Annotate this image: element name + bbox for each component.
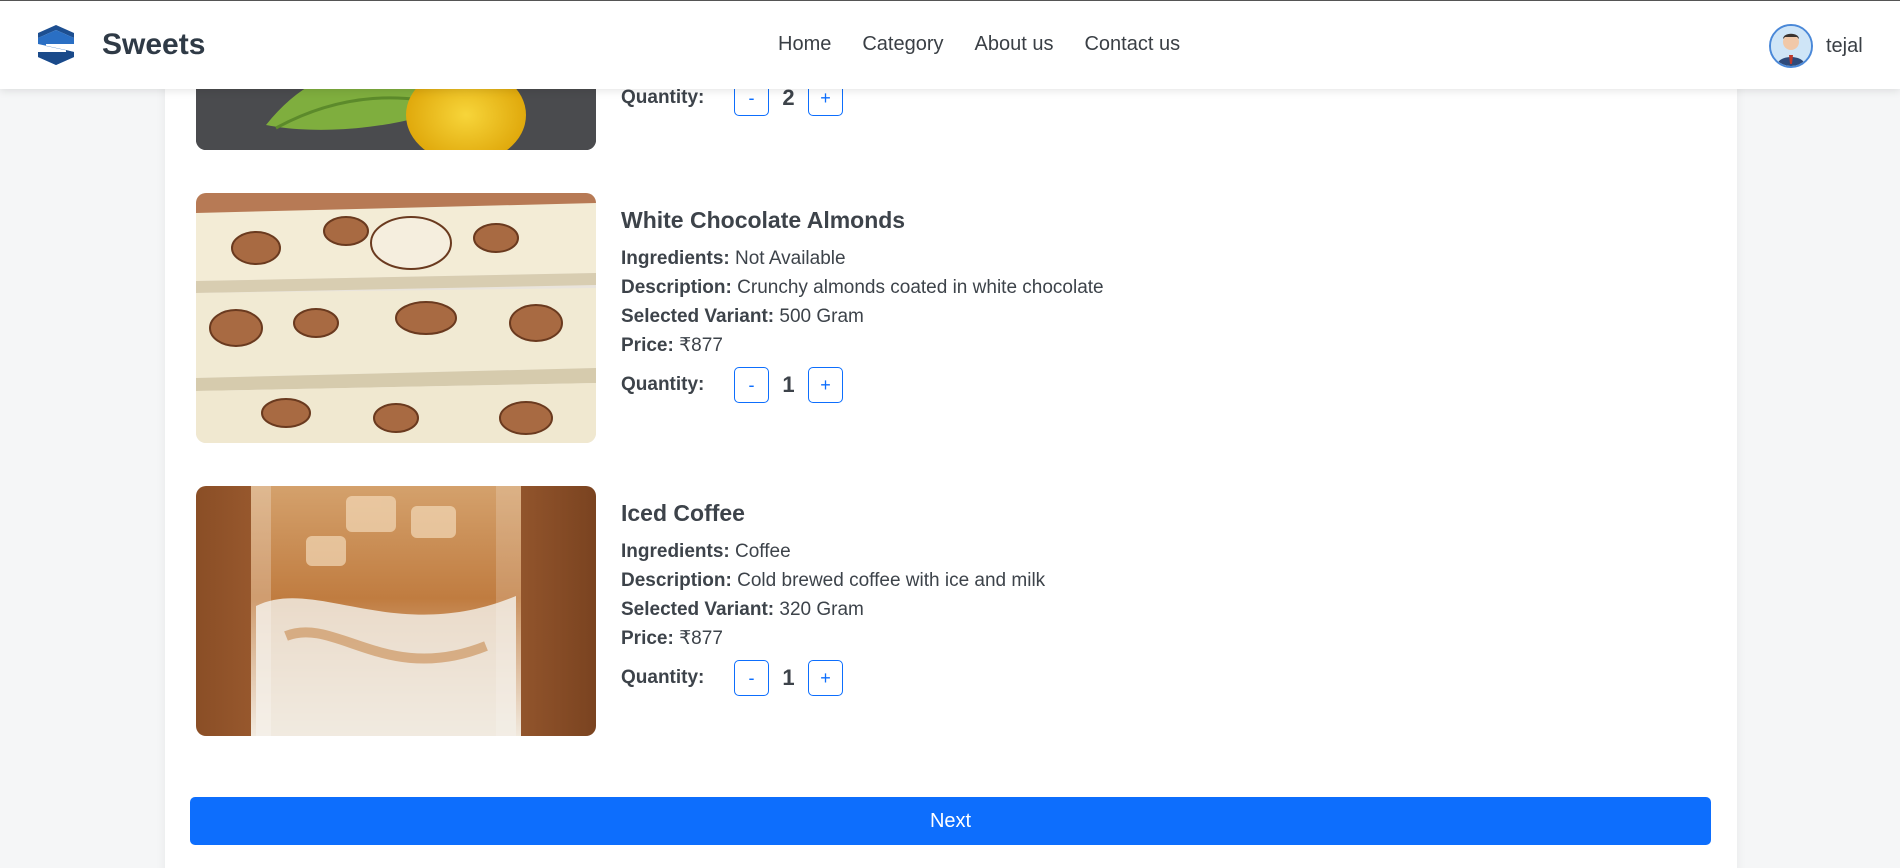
decrease-quantity-button[interactable]: - — [734, 367, 769, 403]
description-line: Description: Crunchy almonds coated in w… — [621, 273, 1521, 302]
increase-quantity-button[interactable]: + — [808, 660, 843, 696]
product-info: White Chocolate Almonds Ingredients: Not… — [621, 207, 1521, 403]
price-value: ₹877 — [679, 335, 723, 356]
price-label: Price: — [621, 335, 674, 356]
nav-about-us[interactable]: About us — [975, 33, 1054, 56]
description-value: Cold brewed coffee with ice and milk — [737, 570, 1046, 591]
description-value: Crunchy almonds coated in white chocolat… — [737, 277, 1104, 298]
description-line: Description: Cold brewed coffee with ice… — [621, 566, 1521, 595]
description-label: Description: — [621, 570, 732, 591]
avatar[interactable] — [1769, 24, 1813, 68]
sweets-logo-icon — [38, 25, 74, 65]
nav-home[interactable]: Home — [778, 33, 831, 56]
ingredients-value: Coffee — [735, 541, 791, 562]
product-title: White Chocolate Almonds — [621, 207, 906, 233]
price-line: Price: ₹877 — [621, 624, 1521, 653]
quantity-label: Quantity: — [621, 87, 705, 108]
brand-name: Sweets — [102, 28, 206, 61]
nav-contact-us[interactable]: Contact us — [1084, 33, 1180, 56]
variant-label: Selected Variant: — [621, 306, 775, 327]
top-navbar: Sweets Home Category About us Contact us… — [0, 0, 1900, 89]
price-line: Price: ₹877 — [621, 331, 1521, 360]
next-button[interactable]: Next — [190, 797, 1711, 845]
variant-label: Selected Variant: — [621, 599, 775, 620]
product-title: Iced Coffee — [621, 500, 745, 526]
nav-category[interactable]: Category — [862, 33, 943, 56]
product-image-white-chocolate-almonds — [196, 193, 596, 443]
variant-line: Selected Variant: 320 Gram — [621, 595, 1521, 624]
decrease-quantity-button[interactable]: - — [734, 660, 769, 696]
ingredients-label: Ingredients: — [621, 248, 730, 269]
user-menu[interactable]: tejal — [1769, 24, 1863, 68]
ingredients-line: Ingredients: Not Available — [621, 244, 1521, 273]
quantity-label: Quantity: — [621, 374, 705, 395]
product-info: Iced Coffee Ingredients: Coffee Descript… — [621, 500, 1521, 696]
quantity-value: 1 — [782, 665, 795, 690]
brand[interactable]: Sweets — [36, 24, 205, 66]
variant-value: 500 Gram — [779, 306, 864, 327]
product-image-iced-coffee — [196, 486, 596, 736]
description-label: Description: — [621, 277, 732, 298]
user-avatar-icon — [1771, 26, 1811, 66]
ingredients-value: Not Available — [735, 248, 846, 269]
variant-line: Selected Variant: 500 Gram — [621, 302, 1521, 331]
quantity-label: Quantity: — [621, 667, 705, 688]
quantity-control: Quantity: - 1 + — [621, 660, 1521, 696]
price-label: Price: — [621, 628, 674, 649]
quantity-control: Quantity: - 1 + — [621, 367, 1521, 403]
price-value: ₹877 — [679, 628, 723, 649]
quantity-value: 1 — [782, 372, 795, 397]
ingredients-line: Ingredients: Coffee — [621, 537, 1521, 566]
username: tejal — [1826, 34, 1863, 57]
main-nav: Home Category About us Contact us — [778, 33, 1211, 56]
increase-quantity-button[interactable]: + — [808, 367, 843, 403]
variant-value: 320 Gram — [779, 599, 864, 620]
ingredients-label: Ingredients: — [621, 541, 730, 562]
cart-card — [165, 60, 1737, 868]
